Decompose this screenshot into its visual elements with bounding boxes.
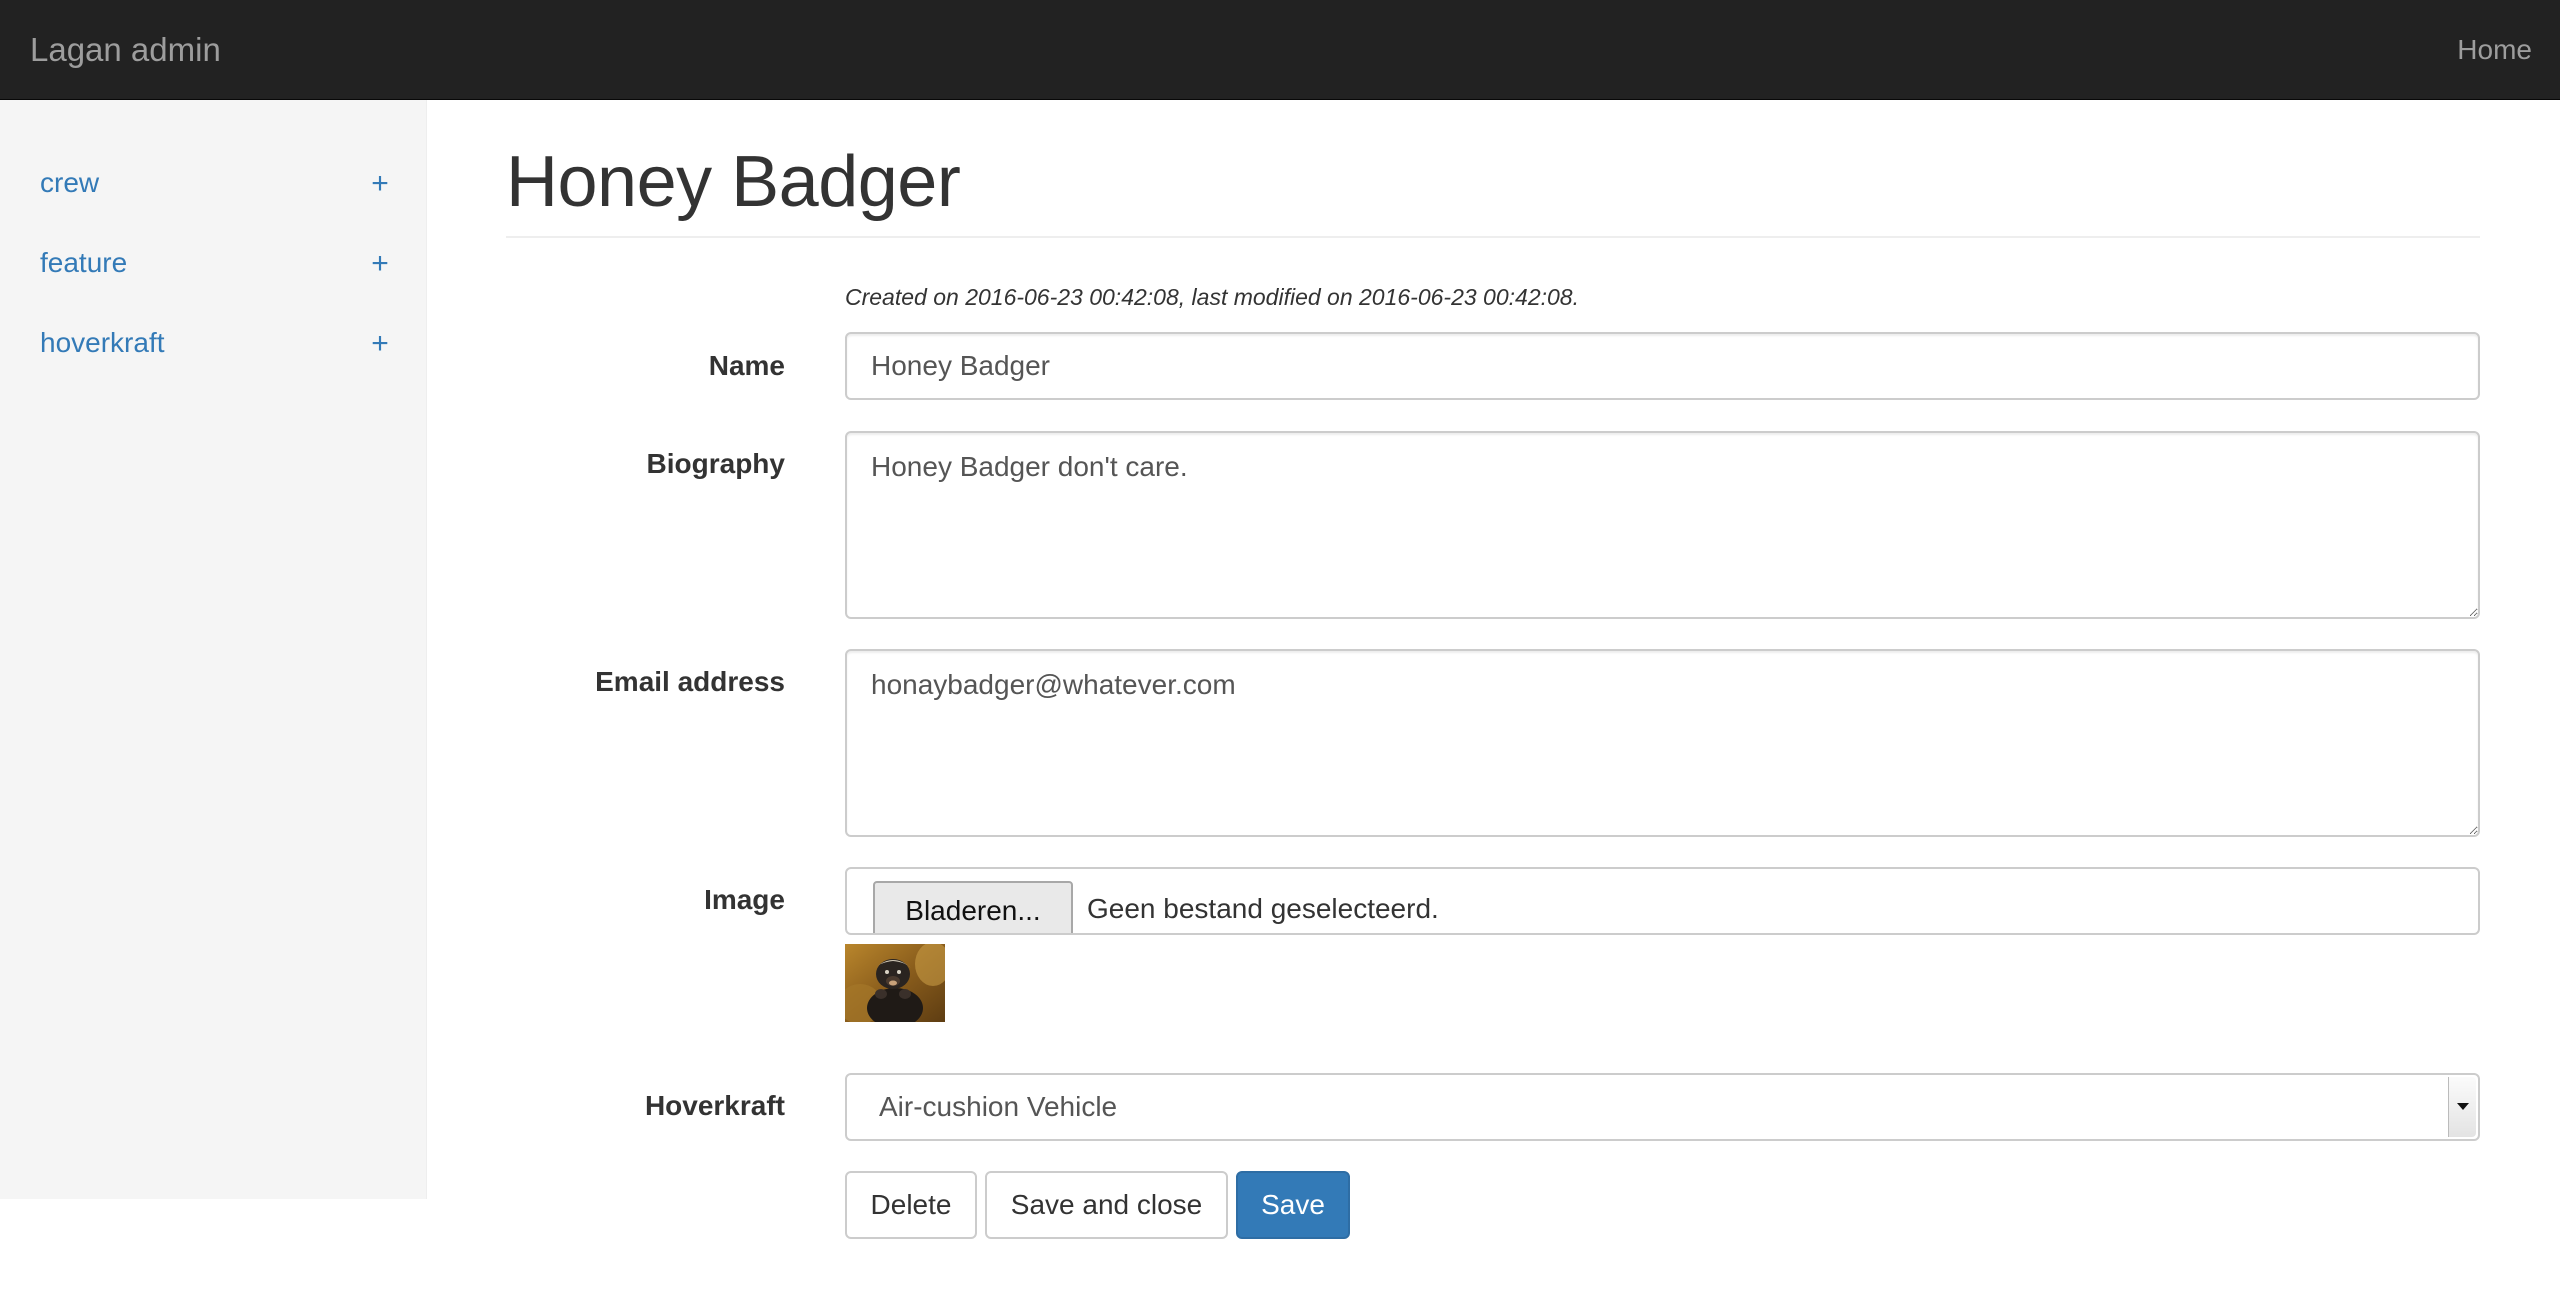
add-feature-icon[interactable]: + — [366, 223, 394, 303]
dropdown-arrow-icon[interactable] — [2448, 1077, 2476, 1137]
honey-badger-thumbnail — [845, 944, 945, 1022]
image-label: Image — [704, 884, 785, 915]
page-title: Honey Badger — [506, 142, 961, 222]
brand-link[interactable]: Lagan admin — [30, 0, 221, 100]
top-navbar: Lagan admin Home — [0, 0, 2560, 100]
email-label: Email address — [595, 666, 785, 697]
title-divider — [506, 236, 2480, 238]
biography-field[interactable]: Honey Badger don't care. — [845, 431, 2480, 619]
name-label: Name — [708, 350, 785, 381]
save-and-close-button[interactable]: Save and close — [985, 1171, 1228, 1239]
save-button[interactable]: Save — [1236, 1171, 1350, 1239]
caret-down-icon — [2457, 1103, 2469, 1110]
sidebar-item-feature: feature + — [0, 223, 427, 303]
hoverkraft-select[interactable]: Air-cushion Vehicle — [845, 1073, 2480, 1141]
name-field[interactable] — [845, 332, 2480, 400]
add-crew-icon[interactable]: + — [366, 143, 394, 223]
browse-button[interactable]: Bladeren... — [873, 881, 1073, 933]
biography-label: Biography — [646, 448, 785, 479]
sidebar: crew + feature + hoverkraft + — [0, 100, 427, 1199]
add-hoverkraft-icon[interactable]: + — [366, 303, 394, 383]
hoverkraft-selected-value: Air-cushion Vehicle — [879, 1091, 1118, 1122]
image-file-input[interactable]: Bladeren... Geen bestand geselecteerd. — [845, 867, 2480, 935]
record-meta: Created on 2016-06-23 00:42:08, last mod… — [845, 284, 1579, 310]
sidebar-item-hoverkraft: hoverkraft + — [0, 303, 427, 383]
home-link[interactable]: Home — [2457, 0, 2532, 100]
sidebar-link-feature[interactable]: feature — [40, 223, 127, 303]
delete-button[interactable]: Delete — [845, 1171, 977, 1239]
sidebar-link-crew[interactable]: crew — [40, 143, 99, 223]
sidebar-link-hoverkraft[interactable]: hoverkraft — [40, 303, 165, 383]
email-field[interactable]: honaybadger@whatever.com — [845, 649, 2480, 837]
file-status: Geen bestand geselecteerd. — [1087, 893, 1439, 924]
hoverkraft-label: Hoverkraft — [644, 1090, 785, 1121]
honey-badger-photo-icon — [845, 944, 945, 1022]
sidebar-item-crew: crew + — [0, 143, 427, 223]
